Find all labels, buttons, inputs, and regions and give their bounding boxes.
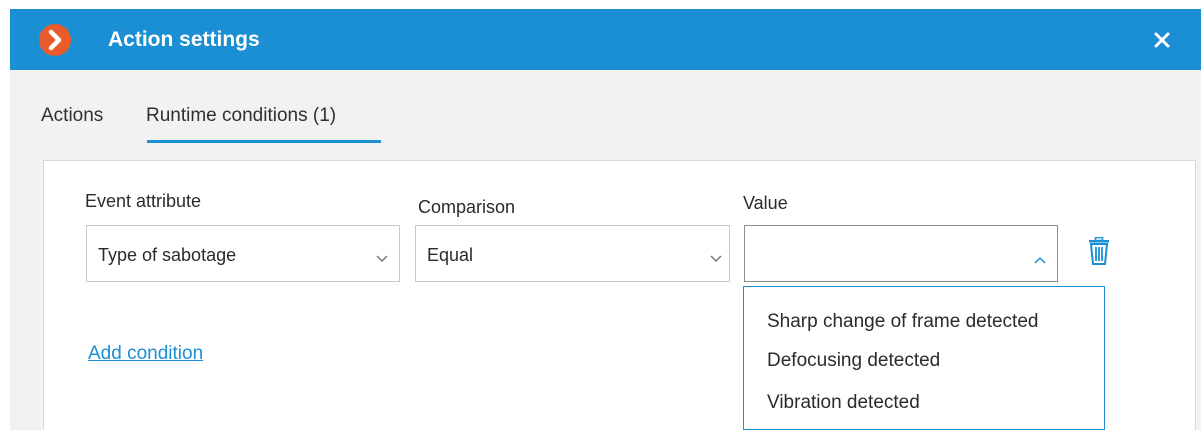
dialog-title: Action settings: [108, 28, 260, 51]
chevron-down-icon: [710, 250, 722, 263]
value-option[interactable]: Vibration detected: [767, 391, 920, 415]
app-logo-icon: [39, 24, 71, 56]
value-option[interactable]: Sharp change of frame detected: [767, 310, 1038, 334]
value-dropdown-list: Sharp change of frame detected Defocusin…: [743, 286, 1105, 430]
value-label: Value: [743, 193, 788, 213]
value-option[interactable]: Defocusing detected: [767, 349, 940, 373]
trash-icon[interactable]: [1088, 236, 1110, 265]
value-select[interactable]: [744, 225, 1058, 282]
event-attribute-select[interactable]: Type of sabotage: [86, 225, 400, 282]
comparison-select[interactable]: Equal: [415, 225, 730, 282]
close-icon[interactable]: [1150, 28, 1174, 52]
add-condition-link[interactable]: Add condition: [88, 342, 203, 366]
tab-runtime-conditions[interactable]: Runtime conditions (1): [146, 104, 336, 128]
event-attribute-label: Event attribute: [85, 191, 202, 211]
chevron-up-icon: [1034, 251, 1046, 264]
chevron-down-icon: [376, 250, 388, 263]
active-tab-indicator: [147, 140, 381, 143]
comparison-label: Comparison: [418, 197, 516, 217]
event-attribute-value: Type of sabotage: [98, 245, 237, 265]
comparison-value: Equal: [427, 245, 474, 265]
dialog-titlebar: Action settings: [10, 9, 1201, 70]
tab-actions[interactable]: Actions: [41, 104, 103, 128]
